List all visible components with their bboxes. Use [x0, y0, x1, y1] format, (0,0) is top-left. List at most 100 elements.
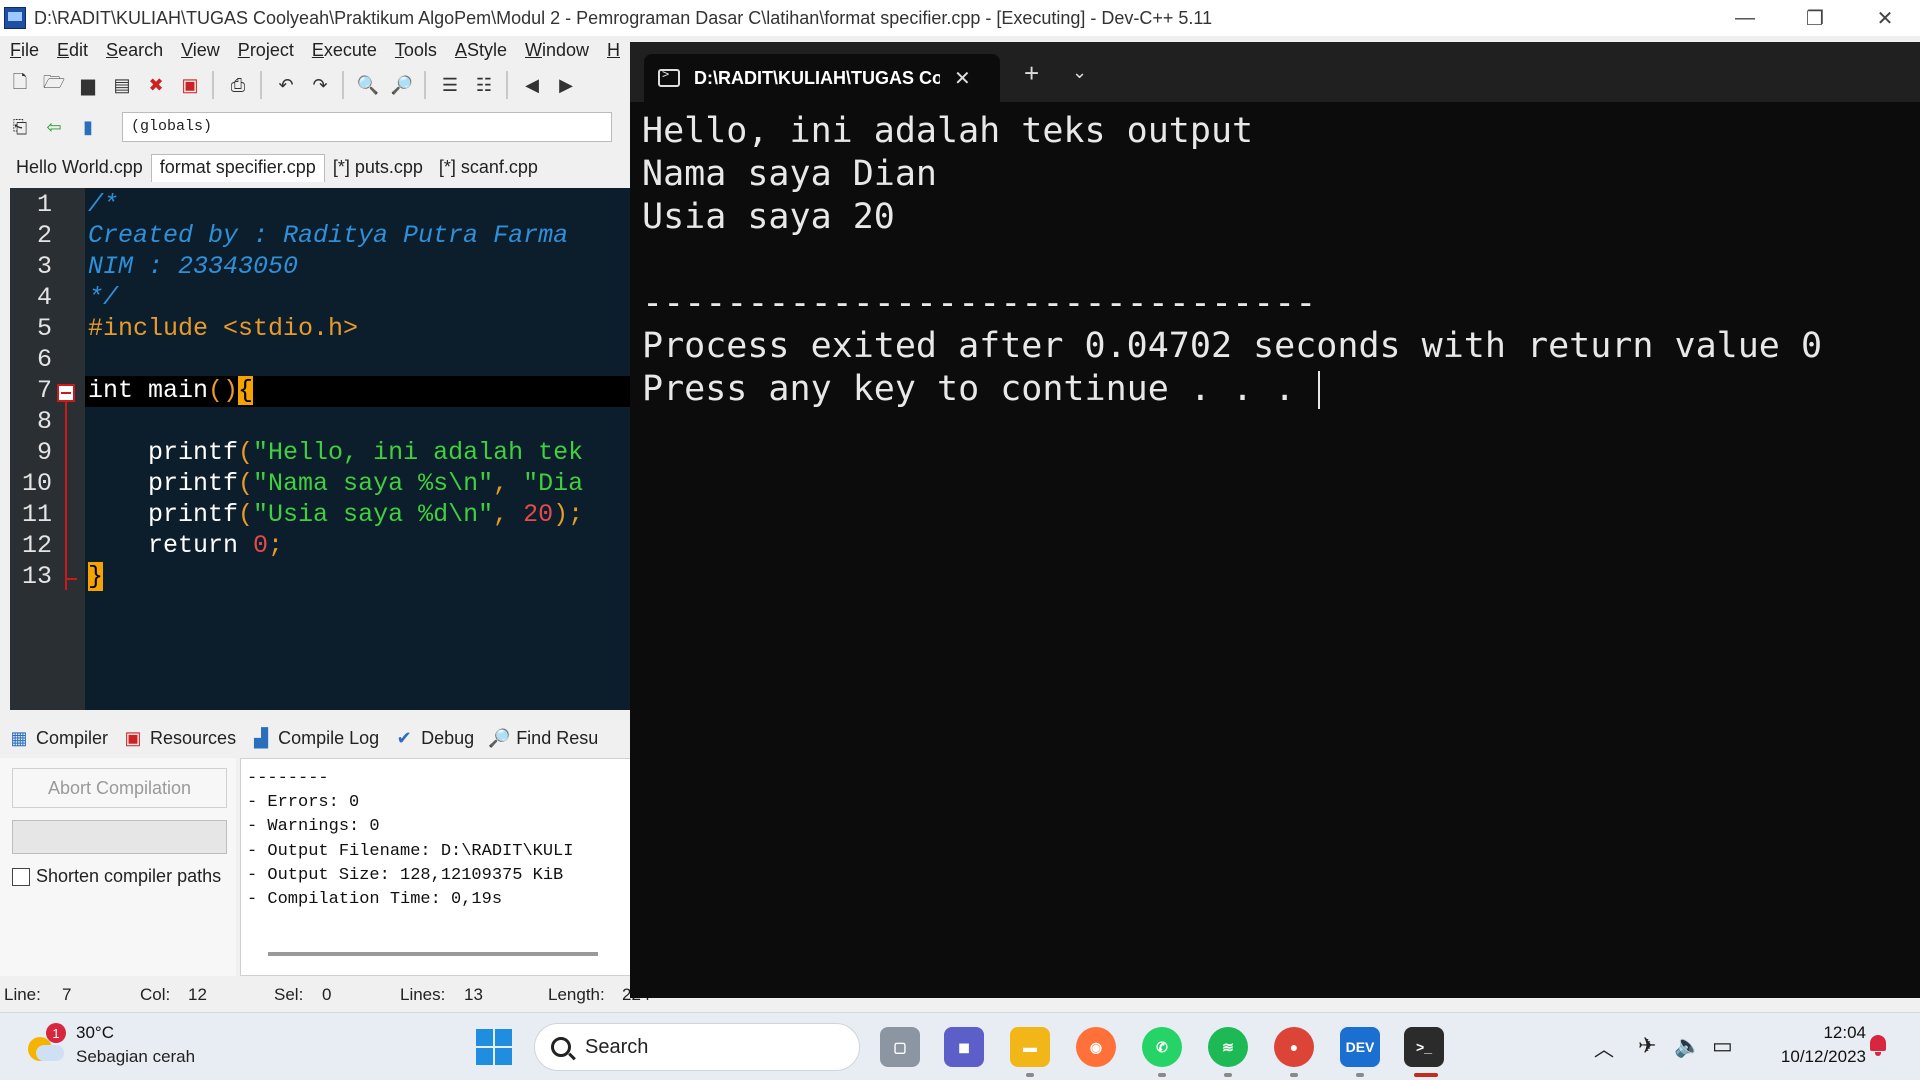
comment: NIM : 23343050 [88, 252, 299, 281]
code-line-11: printf("Usia saya %d\n", 20); [88, 500, 583, 529]
find-icon[interactable]: 🔍 [354, 71, 382, 99]
compile-log-output[interactable]: -------- - Errors: 0 - Warnings: 0 - Output… [240, 758, 640, 976]
forward-icon[interactable]: ▶ [552, 71, 580, 99]
tab-scanf[interactable]: [*] scanf.cpp [431, 153, 546, 182]
bookmark-icon[interactable]: ▮ [74, 113, 102, 141]
abort-compilation-button[interactable]: Abort Compilation [12, 768, 227, 808]
save-all-icon[interactable]: ▤ [108, 71, 136, 99]
menu-help[interactable]: H [607, 40, 620, 61]
globals-selector[interactable]: (globals) [122, 112, 612, 142]
devcpp-taskbar-icon[interactable]: DEV [1340, 1027, 1380, 1067]
volume-icon[interactable]: 🔈 [1674, 1033, 1701, 1059]
line-number: 6 [36, 345, 52, 374]
punctuation: ( [238, 438, 254, 467]
code-editor[interactable]: 1 2 3 4 5 6 7 8 9 10 11 12 13 /* Created… [10, 188, 640, 710]
function-name: printf [88, 500, 239, 529]
menu-tools[interactable]: Tools [395, 40, 437, 61]
tab-puts[interactable]: [*] puts.cpp [325, 153, 431, 182]
airplane-mode-icon[interactable]: ✈ [1638, 1033, 1656, 1059]
replace-icon[interactable]: 🔎 [388, 71, 416, 99]
task-view-icon[interactable]: ▢ [880, 1027, 920, 1067]
file-explorer-icon[interactable]: ▬ [1010, 1027, 1050, 1067]
terminal-output[interactable]: Hello, ini adalah teks output Nama saya … [642, 110, 1912, 411]
taskbar-search[interactable]: Search [534, 1023, 860, 1071]
terminal-tab[interactable]: D:\RADIT\KULIAH\TUGAS Coolyeah ✕ [644, 54, 1000, 102]
undo-icon[interactable]: ↶ [272, 71, 300, 99]
shorten-paths-label: Shorten compiler paths [36, 866, 222, 886]
close-all-icon[interactable]: ▣ [176, 71, 204, 99]
cloud-shape [36, 1045, 64, 1061]
firefox-icon[interactable]: ◉ [1076, 1027, 1116, 1067]
line-number: 5 [36, 314, 52, 343]
minimize-button[interactable]: — [1710, 0, 1780, 36]
tab-hello-world[interactable]: Hello World.cpp [8, 153, 151, 182]
code-line-10: printf("Nama saya %s\n", "Dia [88, 469, 583, 498]
new-tab-button[interactable]: + [1024, 58, 1039, 89]
maximize-button[interactable]: ❐ [1780, 0, 1850, 36]
save-icon[interactable]: ▆ [74, 71, 102, 99]
shorten-paths-checkbox[interactable] [12, 867, 30, 886]
menu-execute[interactable]: Execute [312, 40, 377, 61]
menu-window[interactable]: Window [525, 40, 589, 61]
running-indicator [1224, 1073, 1232, 1077]
number-literal: 20 [523, 500, 554, 529]
output-line: Hello, ini adalah teks output [642, 111, 1254, 151]
battery-icon[interactable]: ▭ [1712, 1033, 1733, 1059]
tab-label: Compile Log [278, 727, 380, 748]
clock-time[interactable]: 12:04 [1810, 1023, 1866, 1043]
menu-view[interactable]: View [181, 40, 220, 61]
chrome-icon[interactable]: ● [1274, 1027, 1314, 1067]
compilation-progress-bar [12, 820, 227, 854]
tab-format-specifier[interactable]: format specifier.cpp [150, 154, 325, 182]
close-button[interactable]: ✕ [1850, 0, 1920, 36]
goto-icon[interactable]: ⇦ [40, 113, 68, 141]
function-name: printf [88, 469, 239, 498]
tab-compiler[interactable]: ▦ Compiler [8, 727, 108, 749]
windows-start-icon[interactable] [476, 1029, 512, 1065]
tab-resources[interactable]: ▣ Resources [122, 727, 237, 749]
tab-compile-log[interactable]: ▟ Compile Log [250, 727, 379, 749]
chevron-down-icon[interactable]: ⌄ [1072, 62, 1087, 83]
terminal-taskbar-icon[interactable]: >_ [1404, 1027, 1444, 1067]
comment: /* [88, 190, 119, 219]
weather-temperature[interactable]: 30°C [76, 1023, 114, 1043]
spotify-icon[interactable]: ≋ [1208, 1027, 1248, 1067]
menu-project[interactable]: Project [238, 40, 294, 61]
notification-bell-icon[interactable] [1868, 1035, 1888, 1057]
menu-search[interactable]: Search [106, 40, 163, 61]
print-icon[interactable]: ⎙ [224, 71, 252, 99]
redo-icon[interactable]: ↷ [306, 71, 334, 99]
log-line: - Output Size: 128,12109375 KiB [247, 865, 564, 885]
menu-astyle[interactable]: AStyle [455, 40, 507, 61]
menu-file[interactable]: File [10, 40, 39, 61]
line-number: 13 [21, 562, 52, 591]
indent-icon[interactable]: ☰ [436, 71, 464, 99]
fold-guide [65, 400, 67, 590]
shorten-paths-option[interactable]: Shorten compiler paths [12, 866, 221, 887]
open-file-icon[interactable]: 🗁 [40, 71, 68, 99]
matched-brace: { [238, 376, 254, 405]
terminal-window[interactable]: D:\RADIT\KULIAH\TUGAS Coolyeah ✕ + ⌄ Hel… [630, 42, 1920, 998]
menu-edit[interactable]: Edit [57, 40, 88, 61]
unindent-icon[interactable]: ☷ [470, 71, 498, 99]
back-icon[interactable]: ◀ [518, 71, 546, 99]
show-hidden-icons-chevron[interactable]: ︿ [1594, 1033, 1614, 1062]
tab-debug[interactable]: ✔ Debug [393, 727, 475, 749]
line-number-gutter: 1 2 3 4 5 6 7 8 9 10 11 12 13 [10, 188, 85, 710]
toolbar-divider [342, 71, 344, 99]
tab-find-results[interactable]: 🔎 Find Resu [488, 727, 598, 749]
log-horizontal-scrollbar[interactable] [268, 952, 598, 956]
close-tab-icon[interactable]: ✕ [954, 66, 971, 91]
toolbar-divider [506, 71, 508, 99]
teams-chat-icon[interactable]: ◼ [944, 1027, 984, 1067]
close-file-icon[interactable]: ✖ [142, 71, 170, 99]
punctuation: , [493, 500, 524, 529]
new-file-icon[interactable]: 🗋 [6, 71, 34, 99]
class-toolbar: ⎗ ⇦ ▮ (globals) [0, 108, 640, 146]
whatsapp-icon[interactable]: ✆ [1142, 1027, 1182, 1067]
weather-description[interactable]: Sebagian cerah [76, 1047, 195, 1067]
clock-date[interactable]: 10/12/2023 [1760, 1047, 1866, 1067]
fold-collapse-icon[interactable] [57, 384, 75, 402]
code-line-5: #include <stdio.h> [88, 314, 358, 343]
insert-icon[interactable]: ⎗ [6, 113, 34, 141]
